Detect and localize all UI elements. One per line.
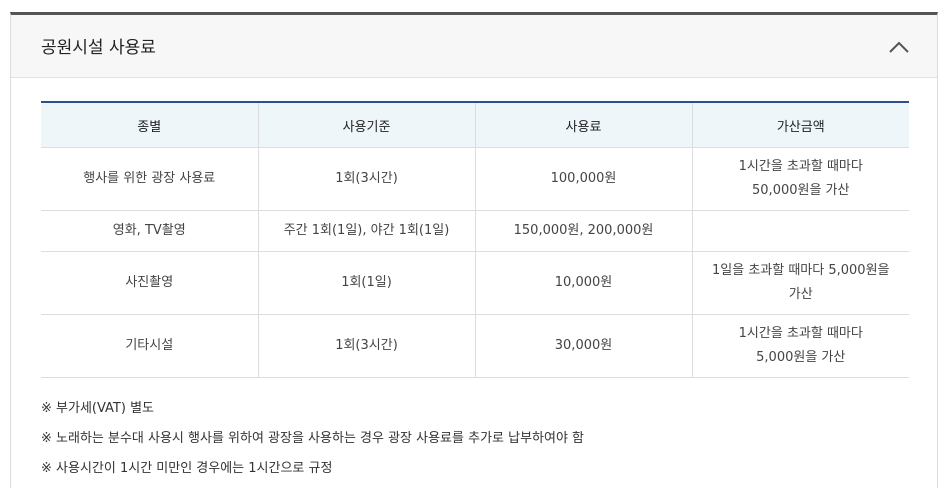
cell-basis: 1회(3시간) xyxy=(257,147,475,211)
collapse-toggle-button[interactable] xyxy=(885,35,913,59)
cell-type: 행사를 위한 광장 사용료 xyxy=(41,147,258,211)
header-type: 종별 xyxy=(41,102,258,148)
cell-surcharge: 1시간을 초과할 때마다 5,000원을 가산 xyxy=(691,314,909,378)
table-row: 기타시설 1회(3시간) 30,000원 1시간을 초과할 때마다 5,000원… xyxy=(41,314,909,378)
table-row: 행사를 위한 광장 사용료 1회(3시간) 100,000원 1시간을 초과할 … xyxy=(41,147,909,211)
cell-basis: 1회(1일) xyxy=(257,251,475,315)
cell-surcharge: 1시간을 초과할 때마다 50,000원을 가산 xyxy=(691,147,909,211)
notes-list: ※ 부가세(VAT) 별도 ※ 노래하는 분수대 사용시 행사를 위하여 광장을… xyxy=(41,398,584,488)
cell-type: 기타시설 xyxy=(41,314,258,378)
cell-surcharge: 1일을 초과할 때마다 5,000원을 가산 xyxy=(691,251,909,315)
cell-basis: 주간 1회(1일), 야간 1회(1일) xyxy=(257,210,475,252)
cell-surcharge xyxy=(691,210,909,252)
cell-fee: 10,000원 xyxy=(474,251,692,315)
cell-fee: 150,000원, 200,000원 xyxy=(474,210,692,252)
table-row: 사진촬영 1회(1일) 10,000원 1일을 초과할 때마다 5,000원을 … xyxy=(41,251,909,315)
surcharge-line: 1일을 초과할 때마다 5,000원을 xyxy=(712,263,890,278)
fee-panel: 공원시설 사용료 종별 사용기준 사용료 가산금액 행사를 위한 광장 사용료 … xyxy=(10,12,938,488)
surcharge-line: 1시간을 초과할 때마다 xyxy=(738,326,863,341)
panel-title: 공원시설 사용료 xyxy=(41,38,156,58)
table-header-row: 종별 사용기준 사용료 가산금액 xyxy=(41,102,909,148)
note-item: ※ 노래하는 분수대 사용시 행사를 위하여 광장을 사용하는 경우 광장 사용… xyxy=(41,431,585,446)
fee-table: 종별 사용기준 사용료 가산금액 행사를 위한 광장 사용료 1회(3시간) 1… xyxy=(41,101,909,378)
cell-fee: 100,000원 xyxy=(474,147,692,211)
header-basis: 사용기준 xyxy=(257,102,475,148)
cell-type: 사진촬영 xyxy=(41,251,258,315)
note-item: ※ 사용시간이 1시간 미만인 경우에는 1시간으로 규정 xyxy=(41,461,333,476)
chevron-up-icon xyxy=(889,41,909,53)
header-surcharge: 가산금액 xyxy=(691,102,909,148)
surcharge-line: 5,000원을 가산 xyxy=(756,350,846,365)
cell-type: 영화, TV촬영 xyxy=(41,210,258,252)
surcharge-line: 50,000원을 가산 xyxy=(752,183,850,198)
cell-fee: 30,000원 xyxy=(474,314,692,378)
surcharge-line: 가산 xyxy=(788,287,813,302)
header-fee: 사용료 xyxy=(474,102,692,148)
note-item: ※ 부가세(VAT) 별도 xyxy=(41,401,154,416)
panel-header[interactable]: 공원시설 사용료 xyxy=(11,15,937,78)
table-row: 영화, TV촬영 주간 1회(1일), 야간 1회(1일) 150,000원, … xyxy=(41,210,909,252)
cell-basis: 1회(3시간) xyxy=(257,314,475,378)
surcharge-line: 1시간을 초과할 때마다 xyxy=(738,159,863,174)
